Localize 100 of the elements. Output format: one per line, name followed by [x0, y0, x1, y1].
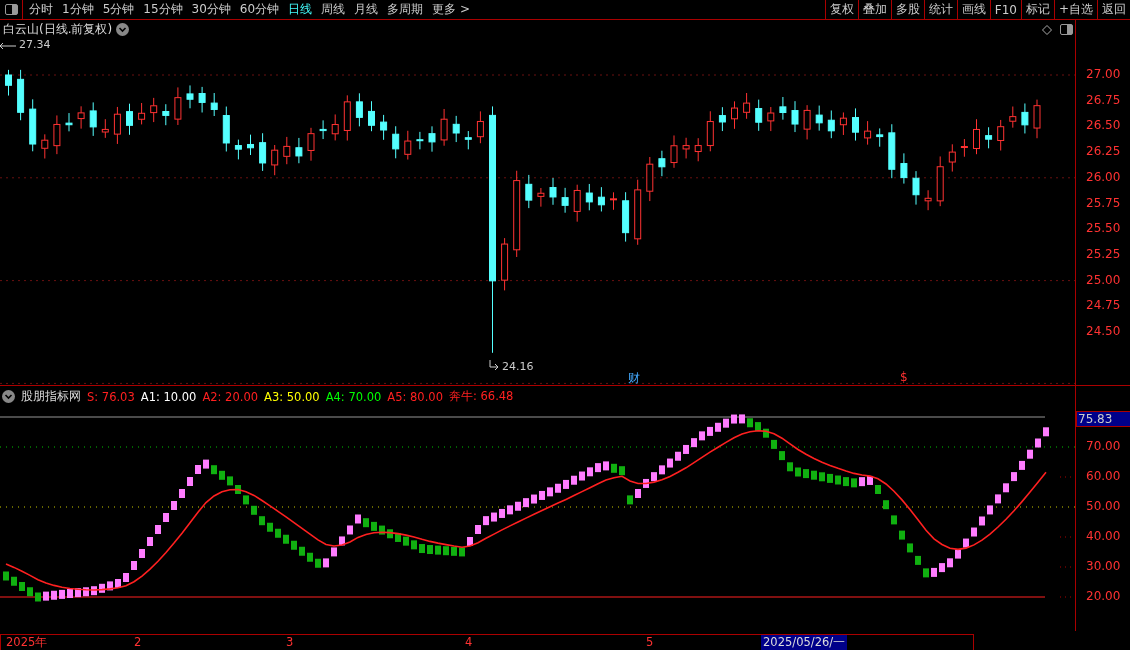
candlestick: [343, 94, 351, 142]
candlestick: [597, 186, 605, 212]
period-tab[interactable]: 30分钟: [191, 1, 231, 18]
candlestick: [839, 111, 847, 136]
candlestick: [924, 189, 932, 211]
indicator-tick-label: 20.00: [1086, 589, 1121, 603]
legend-value: A1: 10.00: [140, 389, 197, 404]
candlestick: [5, 69, 12, 97]
price-tick-label: 26.00: [1086, 169, 1121, 184]
candlestick: [234, 139, 242, 160]
candlestick: [960, 138, 968, 158]
legend-value: A5: 80.00: [387, 389, 443, 404]
candlestick: [1021, 103, 1029, 134]
panel-toggle-icon[interactable]: [1060, 24, 1073, 35]
candlestick: [113, 106, 121, 145]
candlestick: [283, 136, 291, 165]
candlestick: [912, 170, 920, 206]
indicator-name: 股朋指标网: [21, 388, 81, 405]
indicator-tick-label: 70.00: [1086, 439, 1121, 453]
dropdown-icon[interactable]: [2, 390, 15, 403]
candlestick: [706, 110, 714, 152]
candlestick: [767, 106, 775, 132]
candlestick: [186, 84, 194, 109]
candlestick: [210, 92, 218, 117]
candlestick: [452, 115, 460, 143]
candlestick: [731, 100, 738, 130]
period-tab[interactable]: 月线: [354, 1, 379, 18]
price-tick-label: 24.50: [1086, 324, 1121, 338]
candlestick: [779, 96, 787, 121]
candlestick: [670, 134, 678, 169]
candlestick: [17, 69, 25, 121]
price-tick-label: 26.75: [1086, 92, 1121, 107]
time-axis-label: 5: [646, 635, 654, 649]
price-tick-label: 27.00: [1086, 67, 1121, 81]
candlestick: [198, 86, 206, 113]
indicator-tick-label: 30.00: [1086, 559, 1121, 573]
candlestick: [428, 125, 436, 153]
period-tab[interactable]: 1分钟: [62, 1, 94, 18]
candlestick: [355, 92, 363, 127]
period-tab[interactable]: 周线: [321, 1, 346, 18]
high-price-label: 27.34: [19, 38, 51, 51]
candlestick: [718, 106, 726, 132]
candlestick: [888, 123, 896, 179]
candlestick: [525, 174, 533, 209]
period-tab[interactable]: 日线: [288, 1, 313, 18]
candlestick: [331, 113, 339, 141]
candlestick: [1033, 99, 1041, 139]
indicator-tick-label: 50.00: [1086, 499, 1121, 513]
candlestick: [997, 119, 1005, 152]
candlestick: [247, 134, 254, 156]
candlestick: [803, 104, 811, 140]
period-tab[interactable]: 多周期: [387, 1, 424, 18]
legend-value: A4: 70.00: [325, 389, 382, 404]
candlestick: [440, 108, 448, 147]
candlestick: [561, 187, 569, 214]
candlestick: [827, 109, 835, 139]
price-tick-label: 25.00: [1086, 272, 1121, 287]
event-marker[interactable]: $: [900, 370, 908, 384]
high-pointer-icon: [0, 42, 17, 50]
candlestick: [501, 237, 509, 291]
candlestick: [646, 156, 654, 202]
candlestick: [259, 132, 267, 172]
dropdown-icon[interactable]: [116, 22, 130, 36]
low-price-label: 24.16: [502, 360, 534, 373]
price-tick-label: 25.50: [1086, 221, 1121, 236]
period-tab[interactable]: 分时: [29, 1, 53, 18]
event-marker[interactable]: 财: [628, 370, 640, 387]
time-axis-label: 3: [286, 635, 294, 649]
candlestick: [174, 86, 182, 126]
time-axis-label: 2025年: [6, 635, 48, 650]
legend-value: A3: 50.00: [264, 389, 320, 404]
candlestick: [271, 144, 279, 176]
current-value-label: 75.83: [1076, 411, 1130, 427]
price-tick-label: 24.75: [1086, 298, 1121, 313]
candlestick: [876, 127, 884, 148]
candlestick: [537, 187, 545, 208]
period-tab[interactable]: 60分钟: [239, 1, 280, 18]
candlestick: [368, 100, 375, 132]
candlestick: [755, 99, 763, 132]
cursor-date-label: 2025/05/26/一: [761, 635, 848, 650]
candlestick: [41, 133, 49, 159]
time-axis-label: 4: [465, 635, 473, 649]
price-tick-label: 25.25: [1086, 246, 1121, 261]
candlestick: [1009, 106, 1017, 129]
chart-title: 白云山(日线.前复权): [3, 22, 113, 36]
diamond-icon[interactable]: [1042, 25, 1052, 35]
time-axis-label: 2: [134, 635, 142, 649]
candlestick: [815, 105, 823, 132]
candlestick: [380, 114, 388, 141]
candlestick: [585, 183, 593, 211]
candlestick: [476, 110, 484, 144]
candlestick: [416, 131, 424, 150]
period-tab[interactable]: 更多 >: [432, 1, 470, 18]
candlestick: [985, 126, 993, 149]
candlestick: [852, 107, 859, 142]
candlestick: [634, 179, 642, 246]
period-tab[interactable]: 15分钟: [143, 1, 183, 18]
period-tab[interactable]: 5分钟: [102, 1, 135, 18]
indicator-tick-label: 40.00: [1086, 529, 1121, 543]
candlestick: [610, 191, 617, 211]
